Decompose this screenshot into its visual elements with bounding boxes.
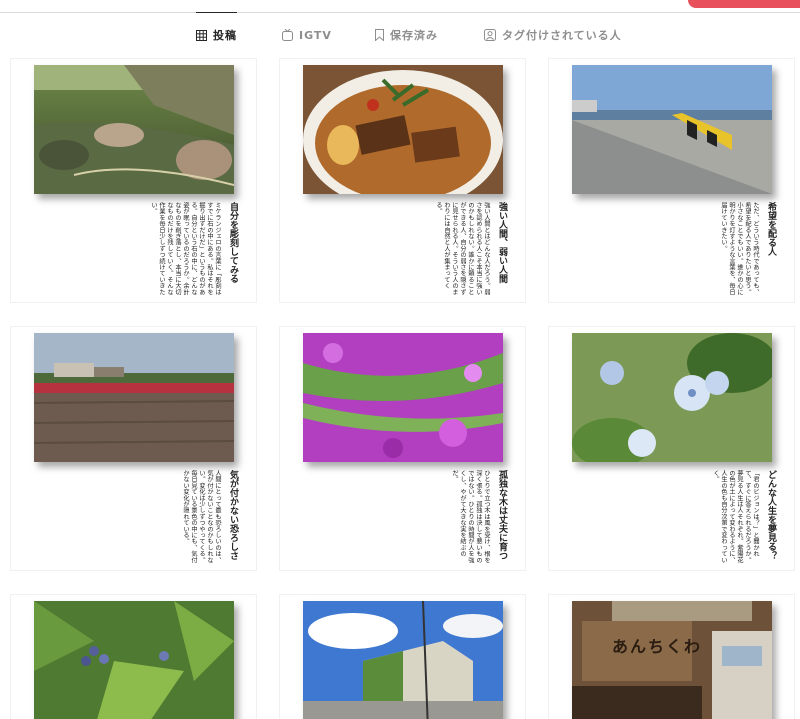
post-text: どんな人生を夢見る？ 「君のビジョンは？」と聞かれて、すぐに答えられるだろうか。… — [567, 470, 777, 565]
berries-photo — [34, 601, 234, 719]
post-tile[interactable]: 気が付かない恐ろしさ 人間にとって最も恐ろしいのは、気が付かないことなのかもしれ… — [11, 327, 256, 570]
post-text: 強い人間、弱い人間 強い人間とはどんな人だろう。弱さを認められる人こそ本当に強い… — [298, 202, 508, 297]
storefront-sign: あんちくわ — [612, 637, 703, 656]
post-text: 孤独な木は丈夫に育つ ひとりで立つ木は風を受け、根を深く張る。孤独は決して悪いも… — [298, 470, 508, 565]
tab-igtv[interactable]: IGTV — [282, 13, 332, 57]
profile-tabs: 投稿 IGTV 保存済み タグ付けされている人 — [0, 12, 800, 57]
post-body: ただ、どういう時代であっても、希望を配る人でありたいと思う。小さなことでもいい。… — [720, 202, 759, 295]
post-heading: 孤独な木は丈夫に育つ — [497, 470, 507, 560]
tagged-person-icon — [484, 29, 496, 41]
post-tile[interactable]: 自分を彫刻してみる ミケランジェロの言葉に「彫刻はすでに石の中にある。私はそれを… — [11, 59, 256, 302]
tab-tagged[interactable]: タグ付けされている人 — [484, 13, 622, 57]
building-photo — [303, 601, 503, 719]
post-heading: 自分を彫刻してみる — [228, 202, 238, 283]
post-text: 気が付かない恐ろしさ 人間にとって最も恐ろしいのは、気が付かないことなのかもしれ… — [29, 470, 239, 565]
tab-posts[interactable]: 投稿 — [196, 12, 237, 57]
post-tile[interactable] — [11, 595, 256, 719]
post-heading: 希望を配る人 — [766, 202, 776, 256]
post-body: 強い人間とはどんな人だろう。弱さを認められる人こそ本当に強いのかもしれない。誰か… — [435, 202, 490, 295]
post-tile[interactable] — [280, 595, 525, 719]
post-body: 「君のビジョンは？」と聞かれて、すぐに答えられるだろうか。夢見る人生は人それぞれ… — [712, 470, 759, 563]
post-tile[interactable]: 孤独な木は丈夫に育つ ひとりで立つ木は風を受け、根を深く張る。孤独は決して悪いも… — [280, 327, 525, 570]
post-tile[interactable]: 希望を配る人 ただ、どういう時代であっても、希望を配る人でありたいと思う。小さな… — [549, 59, 794, 302]
post-body: ミケランジェロの言葉に「彫刻はすでに石の中にある。私はそれを掘り出すだけだ」とい… — [150, 202, 221, 295]
hydrangea-photo — [572, 333, 772, 462]
post-heading: 強い人間、弱い人間 — [497, 202, 507, 283]
curry-photo — [303, 65, 503, 194]
storefront-photo: あんちくわ — [572, 601, 772, 719]
tab-label: 保存済み — [390, 29, 438, 42]
post-heading: どんな人生を夢見る？ — [766, 470, 776, 560]
post-text: 希望を配る人 ただ、どういう時代であっても、希望を配る人でありたいと思う。小さな… — [567, 202, 777, 297]
post-body: 人間にとって最も恐ろしいのは、気が付かないことなのかもしれない。変化は少しずつや… — [182, 470, 221, 563]
tab-saved[interactable]: 保存済み — [375, 13, 438, 57]
grid-icon — [196, 29, 207, 41]
igtv-icon — [282, 29, 293, 41]
post-text: 自分を彫刻してみる ミケランジェロの言葉に「彫刻はすでに石の中にある。私はそれを… — [29, 202, 239, 297]
field-photo — [34, 333, 234, 462]
stream-photo — [34, 65, 234, 194]
post-body: ひとりで立つ木は風を受け、根を深く張る。孤独は決して悪いものではない。ひとりの時… — [451, 470, 490, 563]
post-tile[interactable]: どんな人生を夢見る？ 「君のビジョンは？」と聞かれて、すぐに答えられるだろうか。… — [549, 327, 794, 570]
bookmark-icon — [375, 29, 384, 41]
tab-label: 投稿 — [213, 29, 237, 42]
tab-label: タグ付けされている人 — [502, 29, 622, 42]
pier-photo — [572, 65, 772, 194]
flowers-photo — [303, 333, 503, 462]
post-heading: 気が付かない恐ろしさ — [228, 470, 238, 560]
post-tile[interactable]: 強い人間、弱い人間 強い人間とはどんな人だろう。弱さを認められる人こそ本当に強い… — [280, 59, 525, 302]
tab-label: IGTV — [299, 28, 332, 42]
post-tile[interactable]: あんちくわ — [549, 595, 794, 719]
notification-corner — [688, 0, 800, 8]
